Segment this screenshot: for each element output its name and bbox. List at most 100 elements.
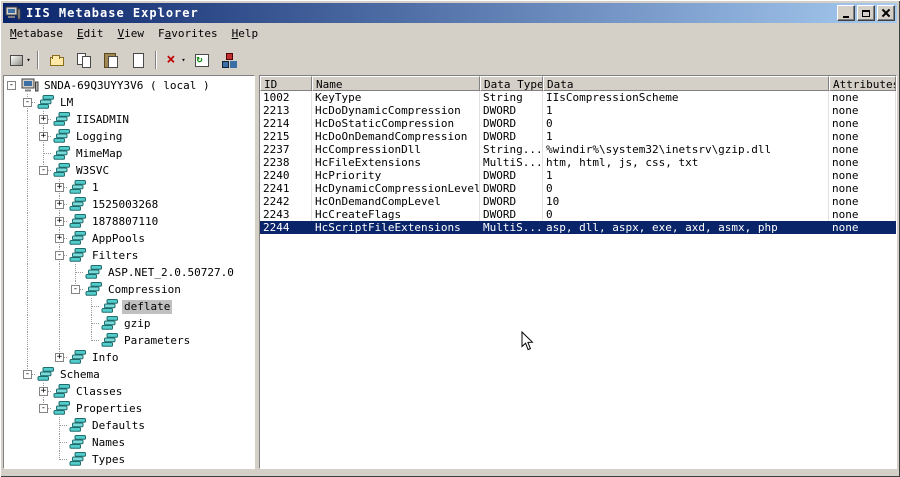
cell-name: HcDynamicCompressionLevel	[312, 182, 480, 195]
tree-connector: -	[36, 400, 52, 417]
edit-record-button[interactable]	[124, 49, 151, 71]
menu-help[interactable]: Help	[225, 25, 266, 42]
open-button[interactable]	[43, 49, 70, 71]
tree-indent-guide	[4, 434, 20, 451]
tree-expand-toggle[interactable]: +	[39, 115, 48, 124]
menu-view[interactable]: View	[110, 25, 151, 42]
delete-icon	[163, 52, 179, 68]
tree-indent-guide	[4, 383, 20, 400]
connections-button[interactable]	[215, 49, 242, 71]
table-row-2242[interactable]: 2242 HcOnDemandCompLevel DWORD 10 none	[260, 195, 896, 208]
table-row-2238[interactable]: 2238 HcFileExtensions MultiS... htm, html, …	[260, 156, 896, 169]
tree-item-1[interactable]: +1	[4, 179, 254, 196]
tree-item-compression[interactable]: - Compression	[4, 281, 254, 298]
table-row-1002[interactable]: 1002 KeyType String IIsCompressionScheme non…	[260, 91, 896, 104]
tree-item-schema[interactable]: - Schema	[4, 366, 254, 383]
tree-item-snda-69q3uyy3v6-local[interactable]: - SNDA-69Q3UYY3V6 ( local )	[4, 77, 254, 94]
tree-item-classes[interactable]: + Classes	[4, 383, 254, 400]
table-row-2241[interactable]: 2241 HcDynamicCompressionLevel DWORD 0 none	[260, 182, 896, 195]
delete-button[interactable]: ▾	[161, 49, 188, 71]
cell-id: 2242	[260, 195, 312, 208]
tree-expand-toggle[interactable]: +	[55, 200, 64, 209]
tree-expand-toggle[interactable]: -	[23, 370, 32, 379]
table-row-2240[interactable]: 2240 HcPriority DWORD 1 none	[260, 169, 896, 182]
table-row-2213[interactable]: 2213 HcDoDynamicCompression DWORD 1 none	[260, 104, 896, 117]
tree-expand-toggle[interactable]: -	[39, 166, 48, 175]
tree-indent-guide	[4, 264, 20, 281]
tree-indent-guide	[20, 128, 36, 145]
tree-item-deflate[interactable]: deflate	[4, 298, 254, 315]
column-header-data-type[interactable]: Data Type	[480, 76, 543, 91]
new-key-button[interactable]: ▾	[6, 49, 33, 71]
tree-expand-toggle[interactable]: -	[23, 98, 32, 107]
column-header-attributes[interactable]: Attributes	[829, 76, 896, 91]
cell-name: HcCompressionDll	[312, 143, 480, 156]
cell-data: 10	[543, 195, 829, 208]
table-row-2237[interactable]: 2237 HcCompressionDll String... %windir%\sy…	[260, 143, 896, 156]
tree-item-mimemap[interactable]: MimeMap	[4, 145, 254, 162]
paste-button[interactable]	[97, 49, 124, 71]
toolbar: ▾▾	[3, 44, 897, 75]
tree-item-info[interactable]: + Info	[4, 349, 254, 366]
table-row-2214[interactable]: 2214 HcDoStaticCompression DWORD 0 none	[260, 117, 896, 130]
tree-connector	[68, 264, 84, 281]
column-header-name[interactable]: Name	[312, 76, 480, 91]
tree-connector: -	[4, 77, 20, 94]
tree-indent-guide	[68, 298, 84, 315]
menu-metabase[interactable]: Metabase	[3, 25, 70, 42]
tree-item-iisadmin[interactable]: + IISADMIN	[4, 111, 254, 128]
tree-item-w3svc[interactable]: - W3SVC	[4, 162, 254, 179]
tree-item-1878807110[interactable]: +1878807110	[4, 213, 254, 230]
tree-item-names[interactable]: Names	[4, 434, 254, 451]
table-row-2244[interactable]: 2244 HcScriptFileExtensions MultiS... asp, …	[260, 221, 896, 234]
tree-expand-toggle[interactable]: -	[7, 81, 16, 90]
menu-edit[interactable]: Edit	[70, 25, 111, 42]
open-icon	[49, 52, 65, 68]
column-header-data[interactable]: Data	[543, 76, 829, 91]
menu-favorites[interactable]: Favorites	[151, 25, 225, 42]
tree-item-lm[interactable]: - LM	[4, 94, 254, 111]
tree-expand-toggle[interactable]: +	[55, 183, 64, 192]
table-row-2215[interactable]: 2215 HcDoOnDemandCompression DWORD 1 none	[260, 130, 896, 143]
tree-indent-guide	[4, 179, 20, 196]
cell-id: 2240	[260, 169, 312, 182]
tree-item-properties[interactable]: - Properties	[4, 400, 254, 417]
cell-data: 1	[543, 104, 829, 117]
tree-label: 1	[92, 180, 99, 194]
tree-indent-guide	[36, 230, 52, 247]
copy-button[interactable]	[70, 49, 97, 71]
tree-item-gzip[interactable]: gzip	[4, 315, 254, 332]
tree-item-1525003268[interactable]: +1525003268	[4, 196, 254, 213]
tree-item-defaults[interactable]: Defaults	[4, 417, 254, 434]
cell-name: HcCreateFlags	[312, 208, 480, 221]
tree-indent-guide	[20, 111, 36, 128]
tree-expand-toggle[interactable]: +	[39, 387, 48, 396]
cell-data-type: DWORD	[480, 195, 543, 208]
tree-item-filters[interactable]: - Filters	[4, 247, 254, 264]
close-button[interactable]	[877, 5, 895, 21]
tree-expand-toggle[interactable]: -	[39, 404, 48, 413]
minimize-button[interactable]	[837, 5, 855, 21]
tree-expand-toggle[interactable]: +	[39, 132, 48, 141]
maximize-button[interactable]	[857, 5, 875, 21]
tree-item-parameters[interactable]: Parameters	[4, 332, 254, 349]
tree-connector: +	[52, 179, 68, 196]
column-header-id[interactable]: ID	[260, 76, 312, 91]
table-row-2243[interactable]: 2243 HcCreateFlags DWORD 0 none	[260, 208, 896, 221]
tree-indent-guide	[4, 349, 20, 366]
cell-name: HcOnDemandCompLevel	[312, 195, 480, 208]
cell-id: 2215	[260, 130, 312, 143]
tree-item-types[interactable]: Types	[4, 451, 254, 468]
refresh-button[interactable]	[188, 49, 215, 71]
tree-item-apppools[interactable]: + AppPools	[4, 230, 254, 247]
tree-item-logging[interactable]: + Logging	[4, 128, 254, 145]
tree-expand-toggle[interactable]: +	[55, 234, 64, 243]
tree-indent-guide	[68, 332, 84, 349]
tree-expand-toggle[interactable]: +	[55, 353, 64, 362]
tree-item-asp-net-2-0-50727-0[interactable]: ASP.NET_2.0.50727.0	[4, 264, 254, 281]
tree-expand-toggle[interactable]: +	[55, 217, 64, 226]
cell-id: 1002	[260, 91, 312, 104]
tree-expand-toggle[interactable]: -	[71, 285, 80, 294]
tree-label: Info	[92, 350, 119, 364]
tree-expand-toggle[interactable]: -	[55, 251, 64, 260]
